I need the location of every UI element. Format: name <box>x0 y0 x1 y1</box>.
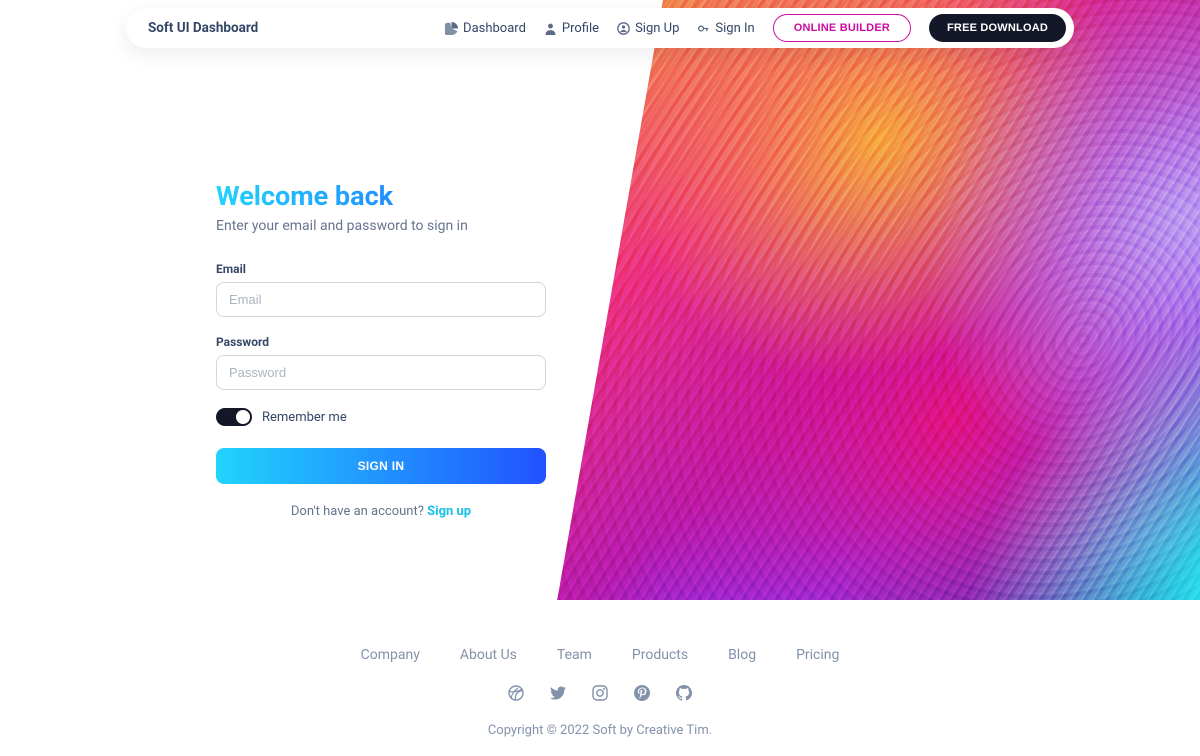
copyright-text: Copyright © 2022 Soft by Creative Tim. <box>0 723 1200 738</box>
page-footer: Company About Us Team Products Blog Pric… <box>0 647 1200 738</box>
user-circle-icon <box>617 22 630 35</box>
brand-title[interactable]: Soft UI Dashboard <box>148 20 258 36</box>
nav-signup-label: Sign Up <box>635 21 679 36</box>
remember-me-label: Remember me <box>262 410 347 425</box>
footer-link-products[interactable]: Products <box>632 647 688 663</box>
nav-profile[interactable]: Profile <box>544 21 599 36</box>
dribbble-icon[interactable] <box>508 685 524 701</box>
password-input[interactable] <box>216 355 546 390</box>
decorative-art <box>550 0 1200 600</box>
nav-profile-label: Profile <box>562 21 599 36</box>
footer-link-team[interactable]: Team <box>557 647 592 663</box>
nav-dashboard-label: Dashboard <box>463 21 526 36</box>
nav-signin-label: Sign In <box>715 21 754 36</box>
twitter-icon[interactable] <box>550 685 566 701</box>
nav-dashboard[interactable]: Dashboard <box>445 21 526 36</box>
signup-prompt: Don't have an account? Sign up <box>216 504 546 519</box>
instagram-icon[interactable] <box>592 685 608 701</box>
user-icon <box>544 22 557 35</box>
footer-link-blog[interactable]: Blog <box>728 647 756 663</box>
signin-form: Welcome back Enter your email and passwo… <box>216 180 546 519</box>
email-label: Email <box>216 262 546 276</box>
footer-link-company[interactable]: Company <box>361 647 420 663</box>
online-builder-button[interactable]: ONLINE BUILDER <box>773 14 911 42</box>
password-label: Password <box>216 335 546 349</box>
footer-link-pricing[interactable]: Pricing <box>796 647 839 663</box>
remember-me-toggle[interactable] <box>216 408 252 426</box>
top-navbar: Soft UI Dashboard Dashboard Profile Sign… <box>126 8 1074 48</box>
nav-signup[interactable]: Sign Up <box>617 21 679 36</box>
pie-chart-icon <box>445 22 458 35</box>
footer-link-about[interactable]: About Us <box>460 647 517 663</box>
signup-link[interactable]: Sign up <box>427 504 471 519</box>
page-title: Welcome back <box>216 180 546 212</box>
free-download-button[interactable]: FREE DOWNLOAD <box>929 14 1066 42</box>
key-icon <box>697 22 710 35</box>
nav-signin[interactable]: Sign In <box>697 21 754 36</box>
toggle-knob <box>236 410 250 424</box>
page-subtitle: Enter your email and password to sign in <box>216 218 546 234</box>
pinterest-icon[interactable] <box>634 685 650 701</box>
email-input[interactable] <box>216 282 546 317</box>
signin-button[interactable]: SIGN IN <box>216 448 546 484</box>
github-icon[interactable] <box>676 685 692 701</box>
